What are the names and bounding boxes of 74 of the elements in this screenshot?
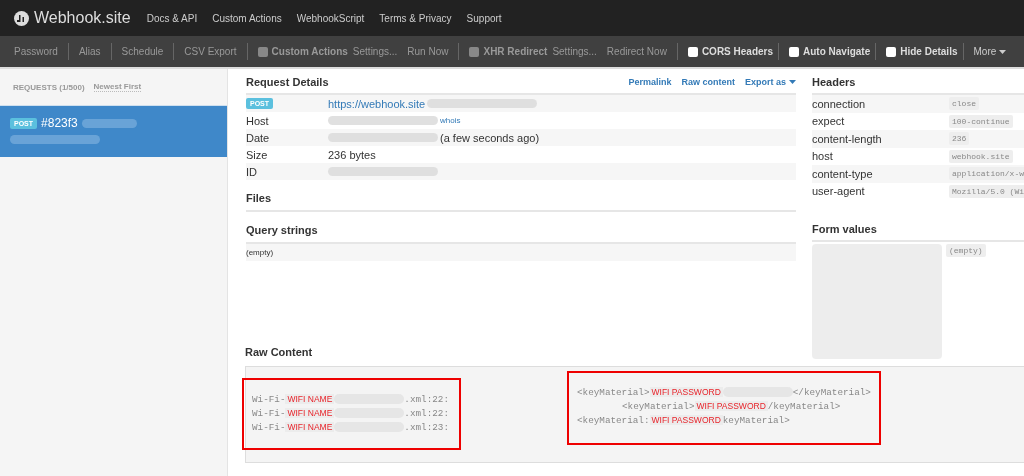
section-title: Query strings: [246, 224, 318, 236]
section-title: Raw Content: [245, 346, 313, 358]
annotation-label: WIFI PASSWORD: [649, 387, 723, 397]
code-text: Wi-Fi-: [252, 421, 286, 433]
header-name: host: [812, 150, 834, 163]
code-text: .xml:22:: [404, 407, 449, 419]
empty-value: (empty): [246, 248, 274, 257]
code-text: </keyMaterial>: [792, 386, 871, 398]
header-value: application/x-w: [949, 167, 1024, 181]
code-text: /keyMaterial>: [767, 400, 841, 412]
brand-name[interactable]: Webhook.site: [34, 9, 131, 27]
request-id: #823f3: [41, 116, 78, 130]
logo-icon: [14, 10, 29, 26]
action-link[interactable]: Raw content: [681, 77, 735, 87]
header-value: webhook.site: [949, 149, 1013, 163]
field-label: Host: [246, 114, 269, 127]
code-text: .xml:22:: [404, 393, 449, 405]
form-value: (empty): [946, 244, 986, 257]
toolbar-link[interactable]: Settings...: [552, 46, 597, 57]
checkbox-option[interactable]: Auto Navigate: [789, 46, 871, 57]
field-label: Date: [246, 131, 270, 144]
field-label: Size: [246, 148, 268, 161]
code-text: Wi-Fi-: [252, 407, 286, 419]
header-name: content-length: [812, 132, 883, 145]
export-dropdown[interactable]: Export as: [745, 77, 796, 87]
header-name: connection: [812, 97, 867, 110]
header-value: 100-continue: [949, 114, 1013, 128]
requests-heading: REQUESTS (1/500): [13, 82, 85, 92]
action-link[interactable]: Permalink: [628, 77, 672, 87]
header-name: user-agent: [812, 185, 866, 198]
code-text: <keyMaterial>: [577, 386, 650, 398]
header-value: close: [949, 97, 979, 111]
header-name: content-type: [812, 167, 874, 180]
more-dropdown[interactable]: More: [973, 46, 1007, 57]
nav-link[interactable]: Support: [466, 12, 502, 24]
section-title: Headers: [812, 76, 856, 88]
section-title: Files: [246, 192, 272, 204]
toolbar-link[interactable]: Password: [14, 46, 58, 57]
header-value: Mozilla/5.0 (Wi: [949, 184, 1024, 198]
annotation-label: WIFI NAME: [285, 394, 335, 404]
field-value: (a few seconds ago): [440, 131, 540, 144]
code-text: Wi-Fi-: [252, 393, 286, 405]
checkbox-option[interactable]: Hide Details: [886, 46, 958, 57]
nav-link[interactable]: Docs & API: [146, 12, 198, 24]
toolbar-link[interactable]: Alias: [78, 46, 101, 57]
field-value: 236 bytes: [328, 148, 376, 161]
toolbar-link[interactable]: CSV Export: [184, 46, 237, 57]
toolbar-link[interactable]: Settings...: [352, 46, 398, 57]
code-text: .xml:23:: [404, 421, 449, 433]
code-text: <keyMaterial:: [577, 414, 650, 426]
header-name: expect: [812, 115, 846, 128]
sort-link[interactable]: Newest First: [93, 82, 142, 92]
annotation-label: WIFI PASSWORD: [649, 415, 723, 425]
nav-link[interactable]: Custom Actions: [212, 12, 282, 24]
toolbar-link[interactable]: Run Now: [407, 46, 449, 57]
redacted-bar: [81, 118, 137, 128]
nav-link[interactable]: Terms & Privacy: [379, 12, 452, 24]
code-text: keyMaterial>: [722, 414, 790, 426]
code-text: <keyMaterial>: [622, 400, 695, 412]
nav-link[interactable]: WebhookScript: [296, 12, 365, 24]
toolbar-link[interactable]: Schedule: [121, 46, 164, 57]
checkbox-option[interactable]: CORS Headers: [687, 46, 773, 57]
field-label: ID: [246, 165, 257, 178]
whois-link[interactable]: whois: [440, 116, 461, 125]
annotation-label: WIFI NAME: [285, 422, 335, 432]
section-title: Request Details: [246, 76, 329, 88]
section-title: Form values: [812, 223, 877, 235]
caret-icon: [999, 49, 1007, 54]
caret-icon: [789, 80, 796, 84]
toolbar-link[interactable]: Redirect Now: [606, 46, 667, 57]
annotation-label: WIFI PASSWORD: [694, 401, 768, 411]
annotation-label: WIFI NAME: [285, 408, 335, 418]
header-value: 236: [949, 132, 970, 146]
url-link[interactable]: https://webhook.site: [328, 97, 426, 110]
